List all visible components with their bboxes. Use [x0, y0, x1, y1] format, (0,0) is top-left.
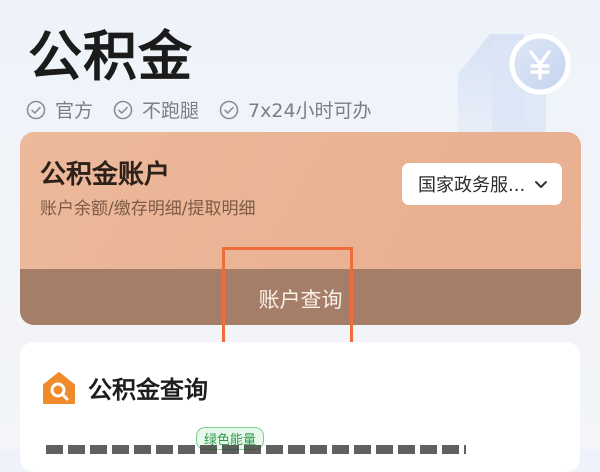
query-section: 公积金查询 绿色能量 — [20, 342, 580, 472]
search-house-icon — [43, 371, 75, 404]
check-circle-icon — [113, 100, 133, 119]
page-title: 公积金 — [28, 25, 193, 88]
check-circle-icon — [219, 100, 239, 119]
section-title: 公积金查询 — [42, 370, 208, 405]
service-select[interactable]: 国家政务服... — [402, 163, 562, 205]
card-title: 公积金账户 — [40, 160, 171, 190]
check-circle-icon — [26, 100, 46, 119]
service-select-value: 国家政务服... — [418, 175, 526, 196]
chevron-down-icon — [535, 181, 547, 188]
tag-label: 官方 — [55, 100, 94, 122]
highlight-box — [222, 247, 353, 352]
yen-coin-icon — [458, 33, 571, 134]
tag-no-errand: 不跑腿 — [113, 96, 199, 123]
tag-24x7: 7x24小时可办 — [219, 96, 372, 123]
tag-label: 7x24小时可办 — [248, 100, 372, 122]
feature-tags: 官方 不跑腿 7x24小时可办 — [26, 96, 372, 123]
section-title-label: 公积金查询 — [88, 376, 208, 404]
card-subtitle: 账户余额/缴存明细/提取明细 — [40, 199, 256, 219]
tag-official: 官方 — [26, 96, 93, 123]
tag-label: 不跑腿 — [142, 100, 200, 122]
